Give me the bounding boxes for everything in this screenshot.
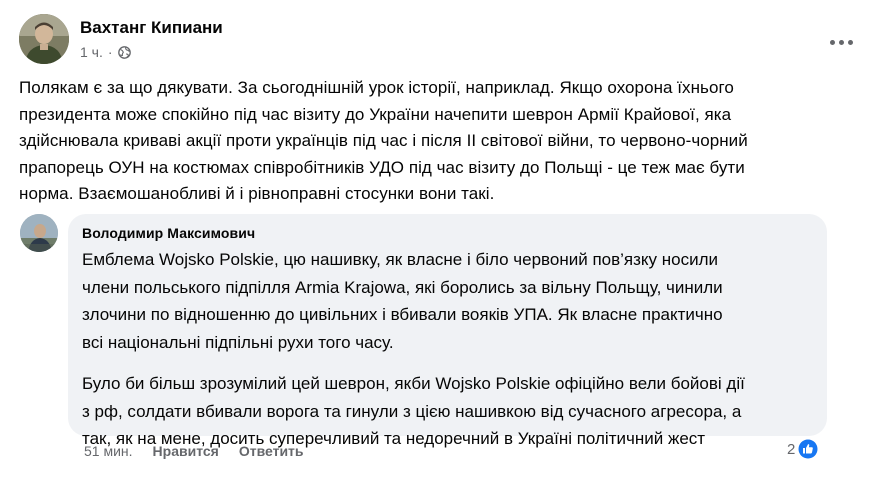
post-text-line: Полякам є за що дякувати. За сьогоднішні… — [19, 78, 734, 97]
comment-actions: 51 мин. Нравится Ответить — [84, 442, 324, 460]
dot-1 — [829, 39, 835, 45]
dot-2 — [838, 39, 844, 45]
comment-bubble: Володимир Максимович Емблема Wojsko Pols… — [68, 214, 827, 448]
author-avatar-image — [19, 14, 69, 64]
comment-text-line: Було би більш зрозумілий цей шеврон, якб… — [82, 374, 745, 393]
meta-separator: · — [107, 44, 113, 60]
post-meta: 1 ч. · — [80, 44, 131, 60]
reply-button[interactable]: Ответить — [239, 443, 304, 459]
comment-author-name[interactable]: Володимир Максимович — [82, 224, 813, 242]
comment-text-line: злочини по відношенню до цивільних і вби… — [82, 305, 723, 324]
comment-timestamp[interactable]: 51 мин. — [84, 443, 133, 459]
post-text-line: норма. Взаємошанобливі й і рівноправні с… — [19, 184, 495, 203]
commenter-avatar[interactable] — [20, 214, 58, 252]
author-avatar[interactable] — [19, 14, 69, 64]
comment-paragraph-1: Емблема Wojsko Polskie, цю нашивку, як в… — [82, 246, 813, 356]
comment-text-line: члени польського підпілля Armia Krajowa,… — [82, 277, 723, 297]
dot-3 — [847, 39, 853, 45]
comment-text-line: всі національні підпільні рухи того часу… — [82, 332, 394, 352]
post-text-line: прапорець ОУН на костюмах співробітників… — [19, 157, 745, 177]
globe-icon[interactable] — [117, 45, 131, 59]
post-body-text: Полякам є за що дякувати. За сьогоднішні… — [19, 75, 864, 208]
more-options-icon[interactable] — [823, 24, 859, 60]
post-text-line: здійснювала криваві акції проти українці… — [19, 131, 748, 150]
comment-paragraph-2: Було би більш зрозумілий цей шеврон, якб… — [82, 370, 813, 453]
comment-text-line: з рф, солдати вбивали ворога та гинули з… — [82, 401, 742, 421]
post-author-name[interactable]: Вахтанг Кипиани — [80, 18, 223, 38]
post-text-line: президента може спокійно під час візиту … — [19, 104, 732, 124]
commenter-avatar-image — [20, 214, 58, 252]
comment-text-line: Емблема Wojsko Polskie, цю нашивку, як в… — [82, 250, 719, 269]
like-button[interactable]: Нравится — [153, 443, 219, 459]
comment-reactions[interactable]: 2 — [787, 438, 819, 460]
like-reaction-icon — [797, 438, 819, 460]
post-timestamp[interactable]: 1 ч. — [80, 44, 103, 60]
post-header: Вахтанг Кипиани 1 ч. · — [19, 14, 859, 66]
reaction-count: 2 — [787, 440, 796, 458]
